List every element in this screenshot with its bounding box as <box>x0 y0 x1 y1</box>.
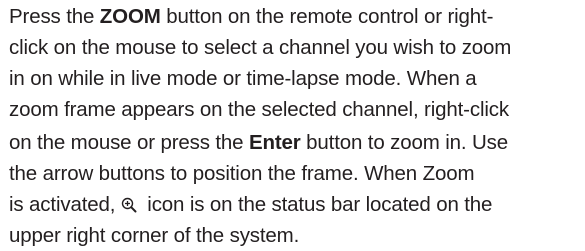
paragraph-line-2: click on the mouse to select a channel y… <box>9 36 512 59</box>
line-7-pre: is activated, <box>9 193 116 216</box>
paragraph-line-5: on the mouse or press the Enter button t… <box>9 127 581 158</box>
line-7-post: icon is on the status bar located on the <box>147 193 493 216</box>
line-5-post: button to zoom in. Use <box>300 131 508 154</box>
enter-button-label: Enter <box>248 131 301 154</box>
line-1-post: button on the remote control or right- <box>160 5 494 28</box>
paragraph-line-1: Press the ZOOM button on the remote cont… <box>9 1 581 32</box>
zoom-button-label: ZOOM <box>99 5 161 28</box>
line-5-pre: on the mouse or press the <box>9 131 249 154</box>
paragraph-line-6: the arrow buttons to position the frame.… <box>9 162 475 185</box>
instruction-paragraph: Press the ZOOM button on the remote cont… <box>9 1 581 251</box>
paragraph-line-7: is activated, icon is on the status bar l… <box>9 189 581 220</box>
zoom-in-icon <box>121 197 137 213</box>
paragraph-line-3: in on while in live mode or time-lapse m… <box>9 67 477 90</box>
paragraph-line-4: zoom frame appears on the selected chann… <box>9 98 509 121</box>
line-1-pre: Press the <box>9 5 100 28</box>
paragraph-line-8: upper right corner of the system. <box>9 224 300 247</box>
